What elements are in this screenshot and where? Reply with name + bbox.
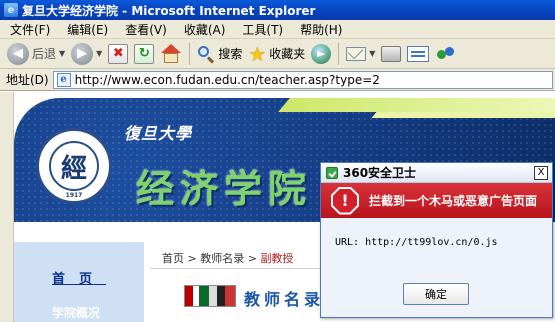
back-button[interactable]: ◀ 后退 ▼ (4, 41, 68, 67)
search-button[interactable]: 搜索 (194, 41, 245, 67)
edit-icon (407, 45, 430, 62)
banner-stripe (371, 112, 555, 118)
explorer-bar-edge (0, 92, 14, 322)
search-icon (197, 45, 215, 64)
university-seal-logo: 經 1917 (36, 128, 112, 204)
popup-close-button[interactable]: X (534, 165, 548, 180)
section-title: 教师名录 (244, 290, 325, 309)
page-icon: e (56, 72, 71, 87)
menu-help[interactable]: 帮助(H) (290, 21, 349, 38)
popup-header[interactable]: 360安全卫士 X (321, 163, 552, 183)
media-button[interactable]: ► (308, 41, 334, 67)
alert-message: 拦截到一个木马或恶意广告页面 (369, 194, 538, 208)
refresh-icon: ↻ (134, 43, 155, 64)
blocked-url: URL: http://tt99lov.cn/0.js (335, 237, 498, 248)
stop-button[interactable]: ✖ (105, 41, 131, 67)
school-name: 经济学院 (136, 166, 313, 211)
address-bar: 地址(D) e http://www.econ.fudan.edu.cn/tea… (0, 69, 555, 91)
menu-favorites[interactable]: 收藏(A) (174, 21, 233, 38)
forward-arrow-icon: ▶ (71, 42, 94, 65)
mail-icon (346, 46, 367, 61)
print-button[interactable] (378, 41, 404, 67)
media-icon: ► (311, 43, 332, 64)
seal-year: 1917 (65, 192, 83, 199)
breadcrumb-separator: > (184, 252, 201, 265)
breadcrumb-list[interactable]: 教师名录 (200, 252, 244, 265)
menu-view[interactable]: 查看(V) (115, 21, 174, 38)
favorites-label: 收藏夹 (269, 47, 306, 61)
menu-edit[interactable]: 编辑(E) (57, 21, 115, 38)
nav-overview-link[interactable]: 学院概况 (52, 304, 100, 321)
search-label: 搜索 (218, 47, 243, 61)
security-alert-popup: 360安全卫士 X ! 拦截到一个木马或恶意广告页面 URL: http://t… (320, 162, 553, 318)
address-url[interactable]: http://www.econ.fudan.edu.cn/teacher.asp… (75, 73, 380, 87)
address-label: 地址(D) (6, 73, 49, 87)
shield-check-icon (326, 166, 338, 179)
messenger-button[interactable] (432, 41, 460, 67)
stop-icon: ✖ (108, 43, 129, 64)
mail-dropdown-icon[interactable]: ▼ (369, 49, 375, 58)
favorites-star-icon: ★ (248, 41, 267, 66)
address-input[interactable]: e http://www.econ.fudan.edu.cn/teacher.a… (52, 70, 553, 89)
banner-stripe (278, 98, 555, 112)
back-dropdown-icon[interactable]: ▼ (59, 49, 65, 58)
popup-body: URL: http://tt99lov.cn/0.js (321, 218, 552, 248)
breadcrumb-current: 副教授 (260, 252, 294, 265)
edit-button[interactable] (404, 41, 432, 67)
university-name: 復旦大學 (124, 124, 193, 143)
popup-title: 360安全卫士 (343, 166, 417, 180)
nav-home-link[interactable]: 首页 (52, 268, 106, 287)
home-button[interactable] (157, 41, 185, 67)
seal-inner-ring: 經 (49, 141, 99, 191)
ie-logo-icon: e (4, 3, 18, 17)
ok-button[interactable]: 确定 (403, 283, 469, 305)
mail-button[interactable]: ▼ (343, 41, 378, 67)
menu-bar: 文件(F) 编辑(E) 查看(V) 收藏(A) 工具(T) 帮助(H) (0, 20, 555, 39)
home-icon (160, 43, 182, 64)
menu-file[interactable]: 文件(F) (0, 21, 57, 38)
breadcrumb-home[interactable]: 首页 (162, 252, 184, 265)
forward-dropdown-icon[interactable]: ▼ (96, 49, 102, 58)
print-icon (381, 45, 402, 62)
refresh-button[interactable]: ↻ (131, 41, 157, 67)
messenger-icon (435, 44, 457, 64)
toolbar-separator (189, 42, 191, 65)
site-sidebar: 首页 学院概况 (14, 242, 144, 322)
section-thumbnail-image (184, 285, 236, 307)
window-titlebar[interactable]: e 复旦大学经济学院 - Microsoft Internet Explorer (0, 0, 555, 20)
toolbar-separator (338, 42, 340, 65)
breadcrumb-separator: > (244, 252, 261, 265)
alert-banner: ! 拦截到一个木马或恶意广告页面 (321, 183, 552, 218)
forward-button[interactable]: ▶ ▼ (68, 41, 105, 67)
standard-toolbar: ◀ 后退 ▼ ▶ ▼ ✖ ↻ 搜索 ★ 收藏夹 ► ▼ (0, 39, 555, 69)
back-arrow-icon: ◀ (7, 42, 29, 65)
menu-tools[interactable]: 工具(T) (232, 21, 290, 38)
back-label: 后退 (32, 47, 57, 61)
window-title: 复旦大学经济学院 - Microsoft Internet Explorer (22, 3, 316, 18)
favorites-button[interactable]: ★ 收藏夹 (245, 41, 308, 67)
warning-stop-icon: ! (331, 186, 359, 215)
seal-character: 經 (60, 153, 87, 184)
breadcrumb: 首页 > 教师名录 > 副教授 (162, 250, 293, 266)
